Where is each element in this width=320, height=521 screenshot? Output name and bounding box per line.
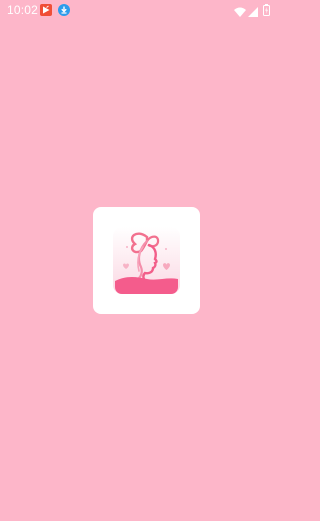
battery-icon	[263, 3, 270, 16]
cellular-signal-icon	[248, 4, 258, 17]
woman-silhouette-butterfly-logo-icon	[113, 227, 180, 294]
splash-logo-card	[93, 207, 200, 314]
video-app-notification-icon	[40, 3, 52, 16]
wifi-icon	[234, 4, 246, 17]
status-bar: 10:02	[0, 0, 293, 20]
download-notification-icon	[58, 3, 70, 16]
status-time: 10:02	[7, 3, 39, 17]
splash-screen: 10:02	[0, 0, 293, 521]
